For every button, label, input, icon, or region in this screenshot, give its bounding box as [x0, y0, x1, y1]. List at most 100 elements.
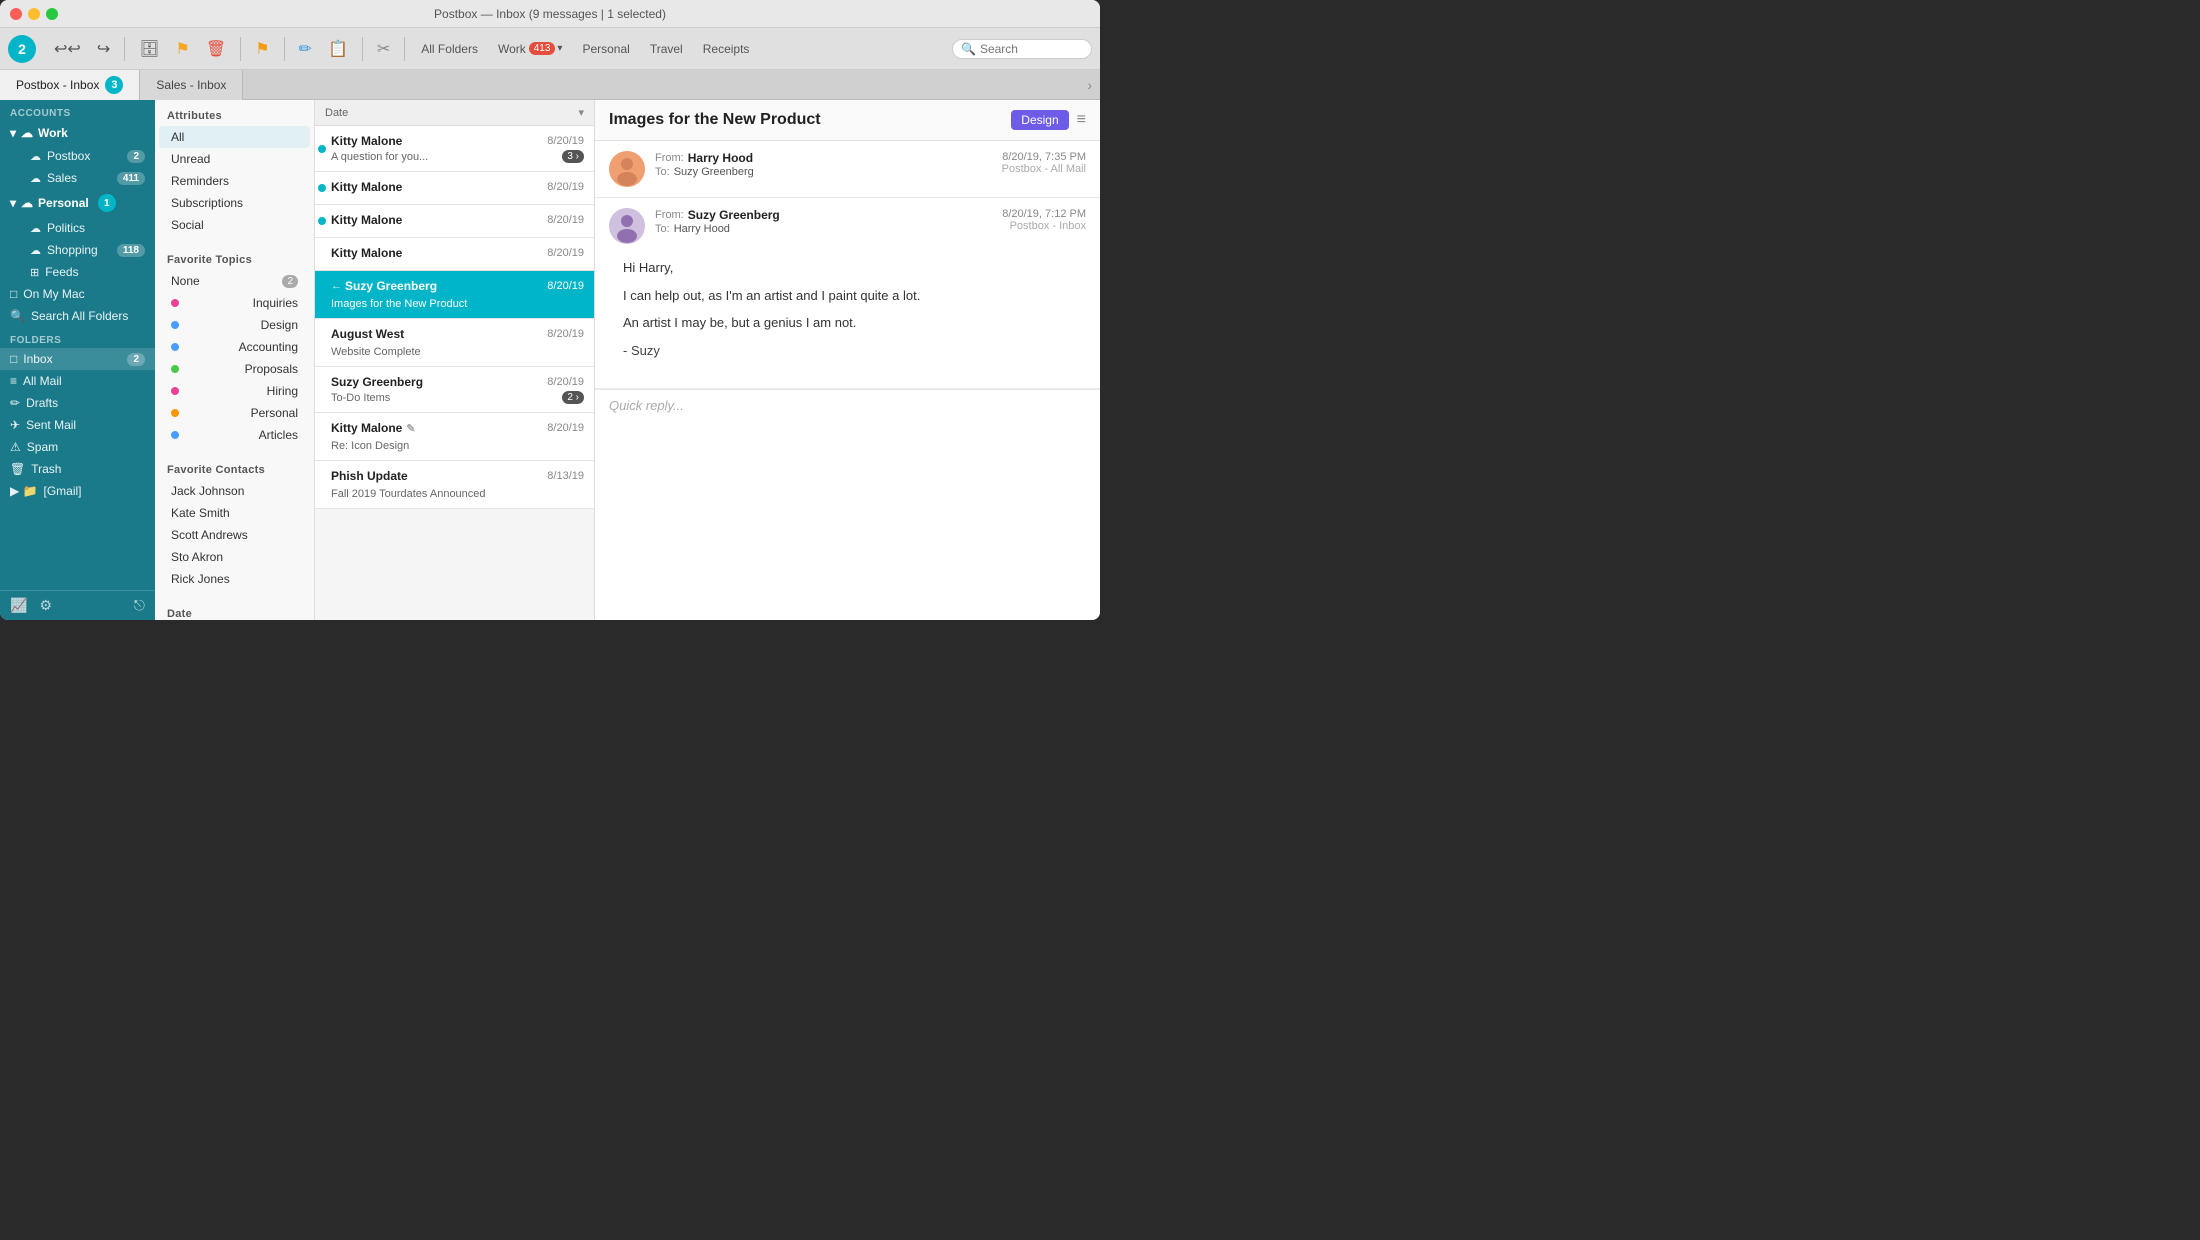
- sidebar-item-work[interactable]: ▾ ☁ Work: [0, 121, 155, 145]
- filter-panel: Attributes All Unread Reminders Subscrip…: [155, 100, 315, 620]
- minimize-button[interactable]: [28, 8, 40, 20]
- avatar: [609, 208, 645, 244]
- filter-subscriptions[interactable]: Subscriptions: [159, 192, 310, 214]
- travel-tab[interactable]: Travel: [642, 40, 691, 58]
- filter-topic-none[interactable]: None 2: [159, 270, 310, 292]
- sidebar-footer: 📈 ⚙ ⎋: [0, 590, 155, 620]
- table-row[interactable]: Kitty Malone ✎ 8/20/19 Re: Icon Design: [315, 413, 594, 461]
- attributes-header: Attributes: [155, 100, 314, 126]
- trash-icon: 🗑: [10, 462, 25, 476]
- avatar: [609, 151, 645, 187]
- sidebar-item-politics[interactable]: ☁ Politics: [20, 217, 155, 239]
- table-row[interactable]: ← Suzy Greenberg 8/20/19 Images for the …: [315, 271, 594, 319]
- all-mail-icon: ≡: [10, 374, 17, 388]
- settings-icon[interactable]: ⚙: [39, 597, 52, 614]
- detail-pane: Images for the New Product Design ≡: [595, 100, 1100, 620]
- sidebar-item-sales[interactable]: ☁ Sales 411: [20, 167, 155, 189]
- filter-contact-kate[interactable]: Kate Smith: [159, 502, 310, 524]
- table-row[interactable]: Kitty Malone 8/20/19: [315, 205, 594, 238]
- toolbar-separator-1: [124, 37, 125, 61]
- sidebar-item-inbox[interactable]: □ Inbox 2: [0, 348, 155, 370]
- quick-reply[interactable]: Quick reply...: [595, 389, 1100, 421]
- activity-icon[interactable]: 📈: [10, 597, 27, 614]
- search-input[interactable]: [980, 42, 1080, 56]
- reply-all-button[interactable]: ↩↩: [48, 35, 87, 63]
- receipts-tab[interactable]: Receipts: [695, 40, 758, 58]
- all-folders-tab[interactable]: All Folders: [413, 40, 486, 58]
- toolbar-separator-4: [362, 37, 363, 61]
- filter-topic-design[interactable]: Design: [159, 314, 310, 336]
- table-row[interactable]: Phish Update 8/13/19 Fall 2019 Tourdates…: [315, 461, 594, 509]
- sidebar-item-personal[interactable]: ▾ ☁ Personal 1: [0, 189, 155, 217]
- email-subject: Images for the New Product: [609, 111, 1011, 129]
- sidebar-item-all-mail[interactable]: ≡ All Mail: [0, 370, 155, 392]
- folders-label: Folders: [0, 327, 155, 348]
- table-row[interactable]: Suzy Greenberg 8/20/19 To-Do Items 2 ›: [315, 367, 594, 413]
- filter-contact-sto[interactable]: Sto Akron: [159, 546, 310, 568]
- filter-all[interactable]: All: [159, 126, 310, 148]
- tag-button[interactable]: ⚑: [249, 35, 275, 63]
- cloud-icon: ☁: [30, 244, 41, 257]
- table-row[interactable]: Kitty Malone 8/20/19: [315, 172, 594, 205]
- sidebar-item-shopping[interactable]: ☁ Shopping 118: [20, 239, 155, 261]
- filter-topic-hiring[interactable]: Hiring: [159, 380, 310, 402]
- flag-button[interactable]: ⚑: [170, 35, 196, 63]
- email-body: Hi Harry, I can help out, as I'm an arti…: [609, 244, 1086, 378]
- sidebar-item-drafts[interactable]: ✏ Drafts: [0, 392, 155, 414]
- filter-topic-accounting[interactable]: Accounting: [159, 336, 310, 358]
- sidebar-item-sent-mail[interactable]: ✈ Sent Mail: [0, 414, 155, 436]
- close-button[interactable]: [10, 8, 22, 20]
- search-icon: 🔍: [961, 42, 976, 56]
- compose-button[interactable]: ✏: [293, 35, 318, 63]
- sidebar-item-postbox[interactable]: ☁ Postbox 2: [20, 145, 155, 167]
- filter-unread[interactable]: Unread: [159, 148, 310, 170]
- table-row[interactable]: Kitty Malone 8/20/19: [315, 238, 594, 271]
- search-box[interactable]: 🔍: [952, 39, 1092, 59]
- table-row[interactable]: August West 8/20/19 Website Complete: [315, 319, 594, 367]
- maximize-button[interactable]: [46, 8, 58, 20]
- calendar-button[interactable]: 📋: [322, 35, 354, 63]
- tab-overflow-arrow[interactable]: ›: [1087, 77, 1100, 93]
- detail-menu-button[interactable]: ≡: [1077, 111, 1086, 129]
- sidebar-item-spam[interactable]: ⚠ Spam: [0, 436, 155, 458]
- filter-contact-scott[interactable]: Scott Andrews: [159, 524, 310, 546]
- toolbar-separator-5: [404, 37, 405, 61]
- main-layout: Accounts ▾ ☁ Work ☁ Postbox 2 ☁ Sales 41…: [0, 100, 1100, 620]
- toolbar-separator-3: [284, 37, 285, 61]
- rss-icon: ⊞: [30, 266, 39, 279]
- design-tag-button[interactable]: Design: [1011, 110, 1068, 130]
- sidebar-item-search-all[interactable]: 🔍 Search All Folders: [0, 305, 155, 327]
- spam-icon: ⚠: [10, 440, 21, 454]
- filter-topic-articles[interactable]: Articles: [159, 424, 310, 446]
- personal-tab[interactable]: Personal: [574, 40, 637, 58]
- edit-icon: ✎: [406, 422, 415, 435]
- archive-button[interactable]: 🗄: [133, 35, 165, 63]
- message-list: Date ▾ Kitty Malone 8/20/19 A question f…: [315, 100, 595, 620]
- sidebar-item-trash[interactable]: 🗑 Trash: [0, 458, 155, 480]
- sent-icon: ✈: [10, 418, 20, 432]
- message-items: Kitty Malone 8/20/19 A question for you.…: [315, 126, 594, 620]
- filter-topic-personal[interactable]: Personal: [159, 402, 310, 424]
- tab-sales-inbox[interactable]: Sales - Inbox: [140, 70, 243, 100]
- date-header: Date: [155, 598, 314, 620]
- work-tab[interactable]: Work 413 ▾: [490, 40, 571, 58]
- filter-reminders[interactable]: Reminders: [159, 170, 310, 192]
- forward-button[interactable]: ↪: [91, 35, 116, 63]
- signout-icon[interactable]: ⎋: [134, 597, 145, 614]
- sidebar-item-on-my-mac[interactable]: □ On My Mac: [0, 283, 155, 305]
- tools-button[interactable]: ✂: [371, 35, 396, 63]
- table-row[interactable]: Kitty Malone 8/20/19 A question for you.…: [315, 126, 594, 172]
- filter-contact-rick[interactable]: Rick Jones: [159, 568, 310, 590]
- tabs-bar: Postbox - Inbox 3 Sales - Inbox ›: [0, 70, 1100, 100]
- sidebar-item-gmail[interactable]: ▶ 📁 [Gmail]: [0, 480, 155, 502]
- filter-topic-inquiries[interactable]: Inquiries: [159, 292, 310, 314]
- drafts-icon: ✏: [10, 396, 20, 410]
- filter-contact-jack[interactable]: Jack Johnson: [159, 480, 310, 502]
- filter-topic-proposals[interactable]: Proposals: [159, 358, 310, 380]
- filter-social[interactable]: Social: [159, 214, 310, 236]
- delete-button[interactable]: 🗑: [200, 35, 232, 63]
- sort-label[interactable]: Date: [325, 107, 578, 119]
- tab-postbox-inbox[interactable]: Postbox - Inbox 3: [0, 70, 140, 100]
- unread-dot: [318, 145, 326, 153]
- sidebar-item-feeds[interactable]: ⊞ Feeds: [20, 261, 155, 283]
